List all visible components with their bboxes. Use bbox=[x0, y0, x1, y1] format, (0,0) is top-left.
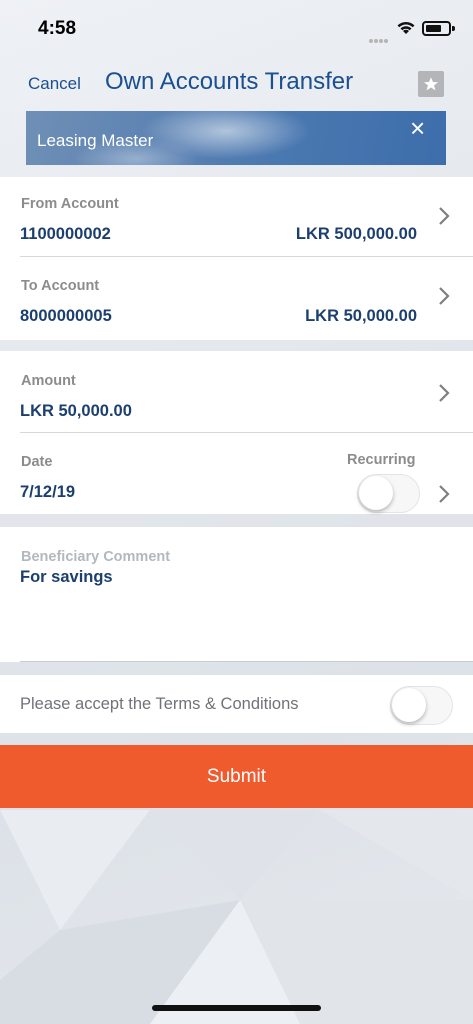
terms-toggle[interactable] bbox=[390, 686, 453, 725]
date-row[interactable]: Date 7/12/19 Recurring bbox=[0, 433, 473, 514]
battery-icon bbox=[422, 21, 455, 36]
recurring-toggle[interactable] bbox=[357, 474, 420, 513]
favorite-button[interactable] bbox=[418, 71, 444, 97]
submit-label: Submit bbox=[206, 766, 267, 787]
to-account-row[interactable]: To Account 8000000005 LKR 50,000.00 bbox=[0, 257, 473, 340]
divider bbox=[20, 661, 473, 662]
terms-section: Please accept the Terms & Conditions bbox=[0, 675, 473, 733]
status-time: 4:58 bbox=[38, 18, 77, 39]
amount-row[interactable]: Amount LKR 50,000.00 bbox=[0, 351, 473, 432]
amount-date-section: Amount LKR 50,000.00 Date 7/12/19 Recurr… bbox=[0, 351, 473, 514]
star-icon bbox=[424, 77, 438, 91]
recurring-label: Recurring bbox=[347, 452, 416, 468]
status-bar: 4:58 bbox=[0, 0, 473, 56]
from-account-label: From Account bbox=[21, 196, 119, 212]
close-banner-button[interactable]: × bbox=[410, 113, 425, 144]
home-indicator bbox=[152, 1005, 321, 1011]
cancel-button[interactable]: Cancel bbox=[28, 74, 81, 94]
chevron-right-icon bbox=[439, 384, 450, 402]
amount-label: Amount bbox=[21, 373, 76, 389]
page-title: Own Accounts Transfer bbox=[105, 68, 354, 95]
date-value: 7/12/19 bbox=[20, 483, 76, 501]
nav-bar: Cancel Own Accounts Transfer bbox=[0, 56, 473, 111]
date-label: Date bbox=[21, 454, 53, 470]
comment-label: Beneficiary Comment bbox=[21, 549, 171, 565]
chevron-right-icon bbox=[439, 287, 450, 305]
submit-button[interactable]: Submit bbox=[0, 745, 473, 808]
terms-label: Please accept the Terms & Conditions bbox=[20, 695, 299, 713]
accounts-section: From Account 1100000002 LKR 500,000.00 T… bbox=[0, 177, 473, 340]
signal-icon bbox=[369, 30, 389, 48]
banner-label: Leasing Master bbox=[37, 131, 154, 150]
comment-section[interactable]: Beneficiary Comment For savings bbox=[0, 527, 473, 662]
amount-value: LKR 50,000.00 bbox=[20, 402, 132, 420]
chevron-right-icon bbox=[439, 207, 450, 225]
promo-banner[interactable]: Leasing Master × bbox=[0, 111, 473, 165]
to-account-number: 8000000005 bbox=[20, 307, 112, 325]
from-account-balance: LKR 500,000.00 bbox=[295, 225, 417, 243]
comment-input[interactable]: For savings bbox=[20, 568, 113, 587]
chevron-right-icon bbox=[439, 485, 450, 503]
to-account-label: To Account bbox=[21, 278, 100, 294]
from-account-number: 1100000002 bbox=[20, 225, 111, 243]
wifi-icon bbox=[397, 21, 415, 34]
to-account-balance: LKR 50,000.00 bbox=[305, 307, 417, 325]
from-account-row[interactable]: From Account 1100000002 LKR 500,000.00 bbox=[0, 177, 473, 256]
